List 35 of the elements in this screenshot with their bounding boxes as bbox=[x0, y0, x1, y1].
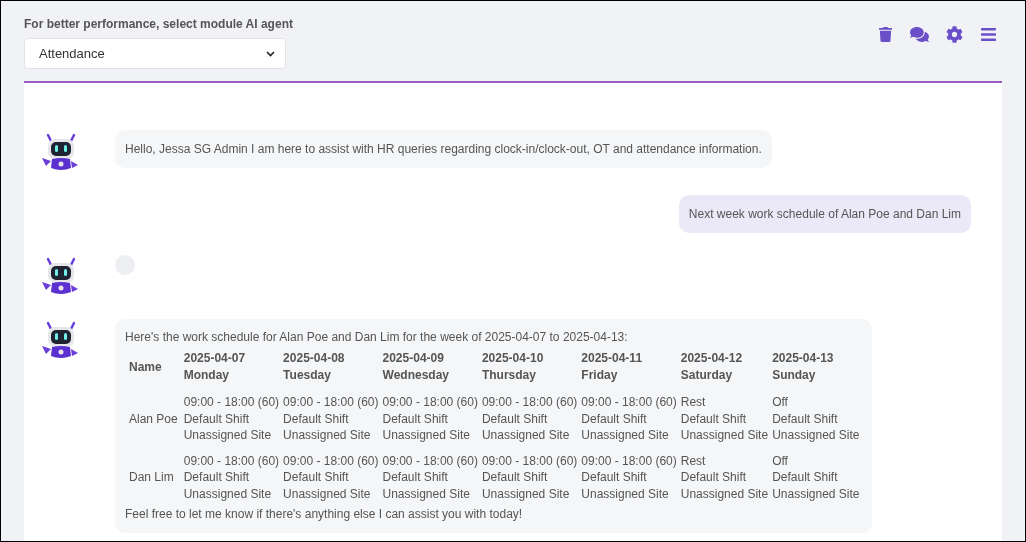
bot-message: Feel free to let me know if there's anything else I can assist you with today! bbox=[125, 506, 524, 523]
column-header: 2025-04-09 Wednesday bbox=[381, 350, 450, 384]
table-cell-text: Off Default Shift Unassigned Site bbox=[771, 452, 861, 502]
chevron-down-icon bbox=[266, 50, 275, 57]
module-select[interactable]: Attendance bbox=[24, 38, 286, 69]
column-header: 2025-04-11 Friday bbox=[580, 350, 644, 384]
delete-icon[interactable] bbox=[878, 25, 893, 44]
bot-message: Here's the work schedule for Alan Poe and Dan Lim for the week of 2025-04-07 to 2025-04-13: bbox=[125, 329, 629, 346]
column-header: Name bbox=[128, 358, 163, 376]
module-label: For better performance, select module AI agent bbox=[24, 16, 293, 33]
table-cell-text: Rest Default Shift Unassigned Site bbox=[679, 394, 770, 444]
user-message: Next week work schedule of Alan Poe and Dan Lim bbox=[678, 195, 971, 233]
employee-name: Alan Poe bbox=[128, 410, 179, 428]
table-cell-text: 09:00 - 18:00 (60) Default Shift Unassigned Site bbox=[480, 452, 579, 502]
column-header: 2025-04-10 Thursday bbox=[480, 350, 545, 384]
bot-message: Hello, Jessa SG Admin I am here to assist with HR queries regarding clock-in/clock-out, OT and attendance information. bbox=[115, 130, 772, 168]
table-cell-text: 09:00 - 18:00 (60) Default Shift Unassigned Site bbox=[580, 452, 678, 502]
column-header: 2025-04-12 Saturday bbox=[679, 350, 744, 384]
column-header: 2025-04-13 Sunday bbox=[771, 350, 835, 384]
chat-icon[interactable] bbox=[910, 25, 929, 44]
table-cell-text: Off Default Shift Unassigned Site bbox=[771, 394, 861, 444]
table-cell-text: Rest Default Shift Unassigned Site bbox=[679, 452, 770, 502]
table-cell-text: 09:00 - 18:00 (60) Default Shift Unassigned Site bbox=[282, 452, 380, 502]
settings-icon[interactable] bbox=[946, 25, 963, 44]
column-header: 2025-04-08 Tuesday bbox=[282, 350, 346, 384]
column-header: 2025-04-07 Monday bbox=[182, 350, 247, 384]
table-cell-text: 09:00 - 18:00 (60) Default Shift Unassigned Site bbox=[282, 394, 380, 444]
employee-name: Dan Lim bbox=[128, 469, 175, 487]
table-cell-text: 09:00 - 18:00 (60) Default Shift Unassigned Site bbox=[381, 394, 479, 444]
table-cell-text: 09:00 - 18:00 (60) Default Shift Unassigned Site bbox=[182, 452, 281, 502]
table-cell-text: 09:00 - 18:00 (60) Default Shift Unassigned Site bbox=[580, 394, 678, 444]
table-cell-text: 09:00 - 18:00 (60) Default Shift Unassigned Site bbox=[381, 452, 479, 502]
menu-icon[interactable] bbox=[980, 25, 997, 44]
table-cell-text: 09:00 - 18:00 (60) Default Shift Unassigned Site bbox=[480, 394, 579, 444]
table-cell-text: 09:00 - 18:00 (60) Default Shift Unassigned Site bbox=[182, 394, 281, 444]
